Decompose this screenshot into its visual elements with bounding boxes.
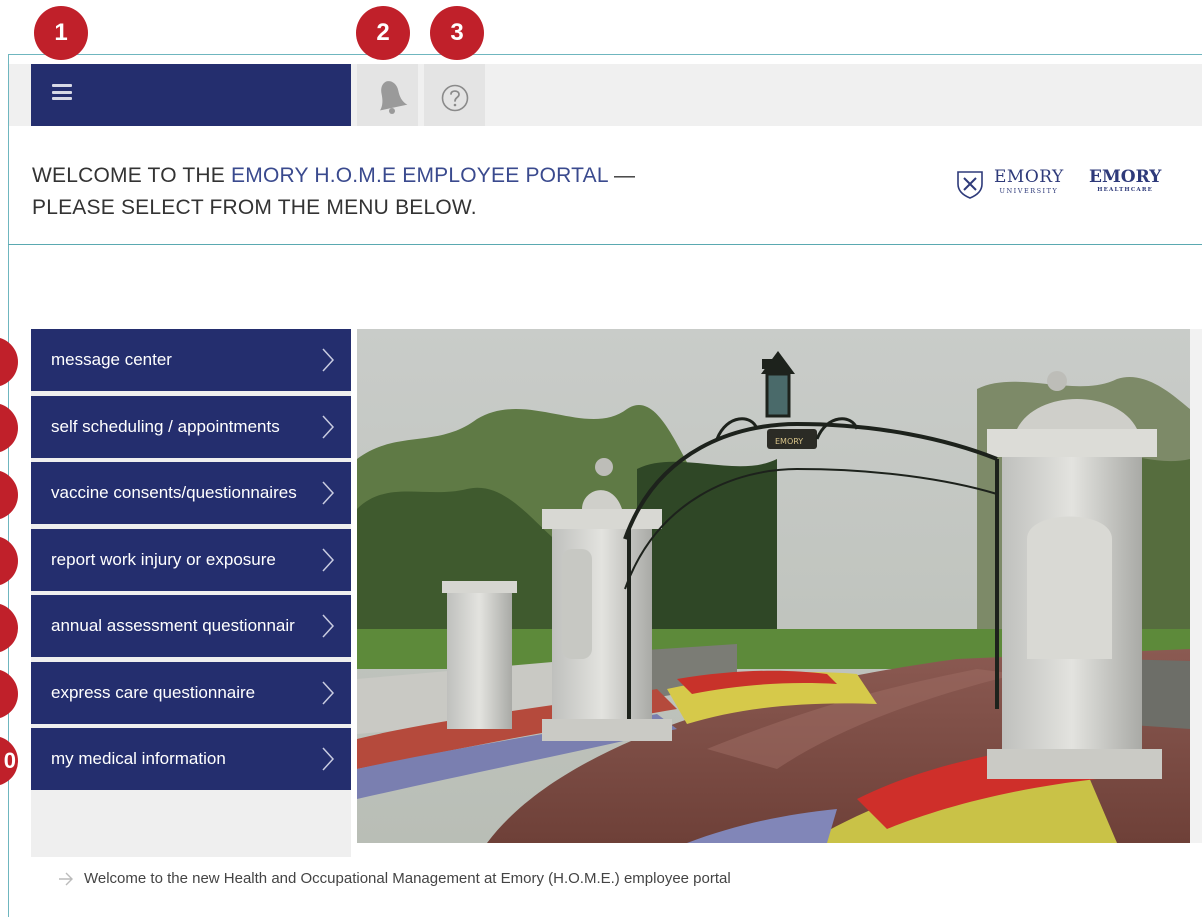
chevron-right-icon (322, 747, 335, 771)
menu-button[interactable] (31, 64, 351, 126)
photo-right-strip (1190, 329, 1202, 843)
nav-item-label: annual assessment questionnair (51, 616, 295, 635)
welcome-suffix: — (607, 164, 636, 187)
welcome-heading: WELCOME TO THE EMORY H.O.M.E EMPLOYEE PO… (32, 160, 732, 224)
callout-badge-side-4 (0, 337, 18, 387)
callout-badge-2: 2 (356, 6, 410, 60)
callout-badge-side-9 (0, 669, 18, 719)
chevron-right-icon (322, 681, 335, 705)
welcome-highlight: EMORY H.O.M.E EMPLOYEE PORTAL (231, 164, 608, 187)
svg-text:EMORY: EMORY (775, 437, 803, 446)
campus-gate-image: EMORY (357, 329, 1190, 843)
nav-item-vaccine-consents[interactable]: vaccine consents/questionnaires (31, 462, 351, 524)
welcome-line2: PLEASE SELECT FROM THE MENU BELOW. (32, 196, 477, 219)
emory-university-sub: UNIVERSITY (999, 187, 1059, 195)
help-button[interactable] (424, 64, 485, 126)
nav-item-label: express care questionnaire (51, 683, 256, 702)
callout-badge-side-5 (0, 403, 18, 453)
nav-item-message-center[interactable]: message center (31, 329, 351, 391)
nav-item-label: vaccine consents/questionnaires (51, 483, 297, 502)
emory-university-logo: EMORY UNIVERSITY (994, 167, 1064, 195)
header-divider (8, 244, 1202, 245)
chevron-right-icon (322, 614, 335, 638)
arrow-right-icon (59, 872, 73, 886)
chevron-right-icon (322, 481, 335, 505)
chevron-right-icon (322, 348, 335, 372)
nav-item-self-scheduling[interactable]: self scheduling / appointments (31, 396, 351, 458)
frame-top-border (8, 54, 1202, 55)
emory-healthcare-logo: EMORY HEALTHCARE (1089, 167, 1161, 193)
emory-healthcare-name: EMORY (1089, 167, 1162, 187)
notifications-button[interactable] (357, 64, 418, 126)
campus-gate-photo: EMORY (357, 329, 1190, 843)
callout-badge-side-7 (0, 536, 18, 586)
nav-item-my-medical-information[interactable]: my medical information (31, 728, 351, 790)
chevron-right-icon (322, 415, 335, 439)
nav-item-label: my medical information (51, 749, 226, 768)
nav-item-label: message center (51, 350, 172, 369)
callout-badge-side-10: 0 (0, 736, 18, 786)
chevron-right-icon (322, 548, 335, 572)
emory-shield-icon (957, 171, 983, 199)
nav-item-label: self scheduling / appointments (51, 417, 280, 436)
callout-badge-3: 3 (430, 6, 484, 60)
nav-item-label: report work injury or exposure (51, 550, 276, 569)
bell-icon (379, 81, 408, 114)
hamburger-menu-icon[interactable] (52, 84, 72, 100)
emory-healthcare-sub: HEALTHCARE (1097, 187, 1154, 193)
nav-item-express-care[interactable]: express care questionnaire (31, 662, 351, 724)
emory-university-name: EMORY (994, 167, 1064, 187)
question-circle-icon (441, 84, 469, 112)
callout-badge-side-6 (0, 470, 18, 520)
welcome-prefix: WELCOME TO THE (32, 164, 232, 187)
nav-item-annual-assessment[interactable]: annual assessment questionnair (31, 595, 351, 657)
nav-item-report-work-injury[interactable]: report work injury or exposure (31, 529, 351, 591)
callout-badge-side-8 (0, 603, 18, 653)
welcome-footer-text: Welcome to the new Health and Occupation… (84, 870, 731, 887)
callout-badge-1: 1 (34, 6, 88, 60)
